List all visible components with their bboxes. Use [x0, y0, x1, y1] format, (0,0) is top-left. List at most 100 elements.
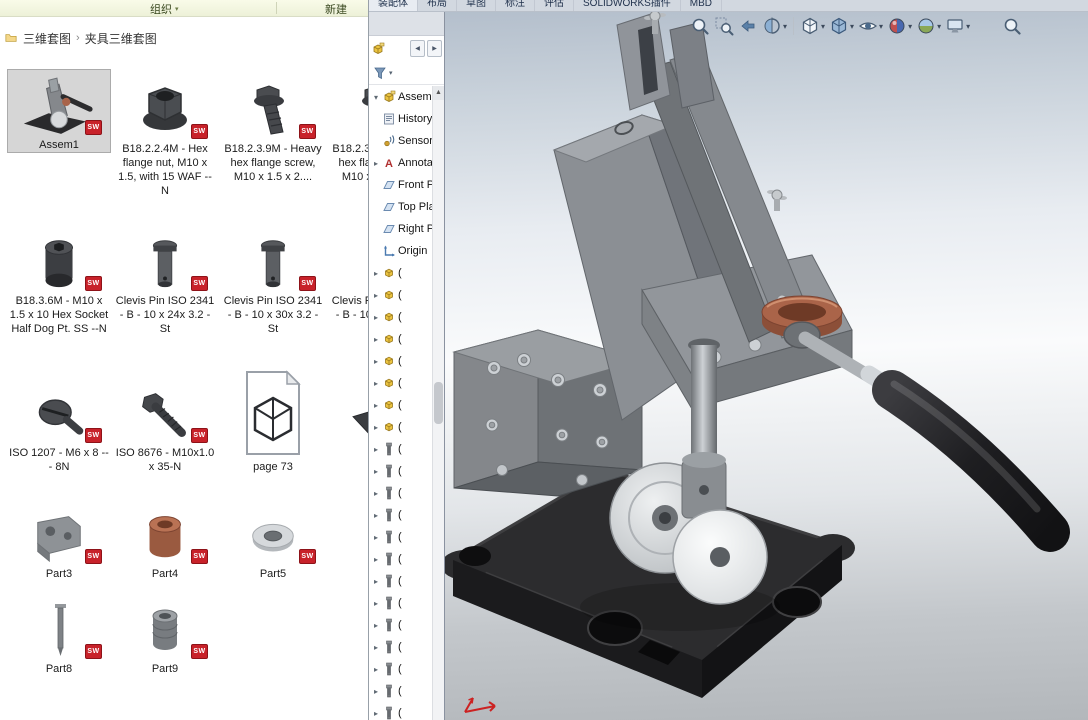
tab-mbd[interactable]: MBD [681, 0, 722, 12]
expander-icon[interactable]: ▸ [372, 511, 380, 520]
file-item[interactable]: SW B18.2.3.9M - Heavy hex flange screw, … [222, 76, 324, 184]
file-item[interactable]: SW Part3 [8, 503, 110, 581]
plane-icon [382, 200, 396, 214]
tab-assembly[interactable]: 装配体 [369, 0, 418, 12]
expander-icon[interactable]: ▸ [372, 489, 380, 498]
organize-button[interactable]: 组织 ▾ [150, 1, 179, 17]
tree-scrollbar[interactable]: ▲ [432, 86, 444, 720]
tree-item[interactable]: ▸( [369, 592, 432, 614]
tree-item[interactable]: ▸( [369, 504, 432, 526]
tree-item[interactable]: ▸( [369, 416, 432, 438]
tab-layout[interactable]: 布局 [418, 0, 457, 12]
tree-item[interactable]: ▾Assem [369, 86, 432, 108]
tree-item[interactable]: ▸( [369, 526, 432, 548]
previous-view-button[interactable] [737, 15, 759, 37]
expander-icon[interactable]: ▸ [372, 269, 380, 278]
tree-item[interactable]: Top Plane [369, 196, 432, 218]
expander-open-icon[interactable]: ▾ [372, 93, 380, 102]
tree-item[interactable]: ▸( [369, 306, 432, 328]
tree-item[interactable]: ▸( [369, 328, 432, 350]
file-item[interactable]: SW Part4 [114, 503, 216, 581]
tree-item[interactable]: History [369, 108, 432, 130]
expander-icon[interactable]: ▸ [372, 313, 380, 322]
expander-icon[interactable]: ▸ [372, 599, 380, 608]
edit-appearance-button[interactable]: ▾ [886, 15, 913, 37]
hide-show-items-button[interactable]: ▾ [857, 15, 884, 37]
tab-sketch[interactable]: 草图 [457, 0, 496, 12]
tree-item[interactable]: Origin [369, 240, 432, 262]
file-item[interactable]: SW Part5 [222, 503, 324, 581]
tree-item[interactable]: ▸( [369, 438, 432, 460]
file-item[interactable]: SW B18.2.2.4M - Hex flange nut, M10 x 1.… [114, 76, 216, 198]
tab-evaluate[interactable]: 评估 [535, 0, 574, 12]
file-item[interactable]: SW Assem1 [8, 70, 110, 152]
tree-item[interactable]: ▸( [369, 482, 432, 504]
expander-icon[interactable]: ▸ [372, 445, 380, 454]
screw-icon [382, 706, 396, 720]
zoom-magnify-button[interactable] [1001, 15, 1023, 37]
expander-icon[interactable]: ▸ [372, 357, 380, 366]
organize-label: 组织 [150, 1, 172, 17]
expander-icon[interactable]: ▸ [372, 467, 380, 476]
new-button[interactable]: 新建 [325, 1, 347, 17]
scrollbar-thumb[interactable] [434, 382, 443, 424]
scroll-up-icon[interactable]: ▲ [433, 86, 444, 100]
tree-item[interactable]: ▸( [369, 394, 432, 416]
file-item[interactable]: SW ISO 8676 - M10x1.0 x 35-N [114, 386, 216, 474]
tree-item[interactable]: ▸( [369, 680, 432, 702]
expander-icon[interactable]: ▸ [372, 335, 380, 344]
file-item[interactable]: SW Clevis Pin ISO 2341 - B - 10 x 30x 3.… [222, 230, 324, 336]
tree-item[interactable]: ▸( [369, 614, 432, 636]
section-view-button[interactable]: ▾ [761, 15, 788, 37]
expander-icon[interactable]: ▸ [372, 291, 380, 300]
tab-annotate[interactable]: 标注 [496, 0, 535, 12]
breadcrumb-root[interactable]: 三维套图 [23, 30, 71, 47]
file-item[interactable]: SW B18.3.6M - M10 x 1.5 x 10 Hex Socket … [8, 230, 110, 336]
clamp-assembly-3d-model[interactable] [445, 12, 1088, 720]
expander-icon[interactable]: ▸ [372, 423, 380, 432]
tree-item[interactable]: ▸( [369, 460, 432, 482]
file-item[interactable]: SW ISO 1207 - M6 x 8 --- 8N [8, 386, 110, 474]
expander-icon[interactable]: ▸ [372, 709, 380, 718]
tree-item[interactable]: Front Plane [369, 174, 432, 196]
file-item[interactable]: page 73 [222, 366, 324, 474]
tree-item[interactable]: ▸( [369, 570, 432, 592]
tree-filter[interactable]: ▾ [369, 61, 444, 85]
display-style-button[interactable]: ▾ [828, 15, 855, 37]
expander-icon[interactable]: ▸ [372, 643, 380, 652]
tab-addins[interactable]: SOLIDWORKS插件 [574, 0, 681, 12]
tree-item[interactable]: ▸( [369, 636, 432, 658]
expander-icon[interactable]: ▸ [372, 555, 380, 564]
expander-icon[interactable]: ▸ [372, 379, 380, 388]
apply-scene-button[interactable]: ▾ [915, 15, 942, 37]
tree-item[interactable]: ▸( [369, 658, 432, 680]
tree-item[interactable]: ▸( [369, 548, 432, 570]
tree-item[interactable]: Sensors [369, 130, 432, 152]
tree-item[interactable]: ▸( [369, 702, 432, 720]
view-orientation-button[interactable]: ▾ [799, 15, 826, 37]
graphics-viewport[interactable] [444, 12, 1088, 720]
panel-forward-button[interactable]: ▶ [427, 40, 442, 57]
file-item[interactable]: SW Clevis Pin ISO 2341 - B - 10 x 24x 3.… [114, 230, 216, 336]
tree-item[interactable]: ▸Annotations [369, 152, 432, 174]
tree-item[interactable]: ▸( [369, 262, 432, 284]
expander-icon[interactable]: ▸ [372, 401, 380, 410]
tree-item[interactable]: ▸( [369, 372, 432, 394]
expander-icon[interactable]: ▸ [372, 621, 380, 630]
file-item[interactable]: SW Part8 [8, 598, 110, 676]
tree-item[interactable]: Right Plane [369, 218, 432, 240]
panel-back-button[interactable]: ◀ [410, 40, 425, 57]
tree-item[interactable]: ▸( [369, 350, 432, 372]
zoom-to-area-button[interactable] [713, 15, 735, 37]
expander-icon[interactable]: ▸ [372, 159, 380, 168]
expander-icon[interactable]: ▸ [372, 533, 380, 542]
expander-icon[interactable]: ▸ [372, 577, 380, 586]
solidworks-badge-icon: SW [191, 276, 208, 291]
view-settings-button[interactable]: ▾ [944, 15, 971, 37]
breadcrumb-current[interactable]: 夹具三维套图 [85, 30, 157, 47]
file-item[interactable]: SW Part9 [114, 598, 216, 676]
zoom-to-fit-button[interactable] [689, 15, 711, 37]
expander-icon[interactable]: ▸ [372, 687, 380, 696]
tree-item[interactable]: ▸( [369, 284, 432, 306]
expander-icon[interactable]: ▸ [372, 665, 380, 674]
